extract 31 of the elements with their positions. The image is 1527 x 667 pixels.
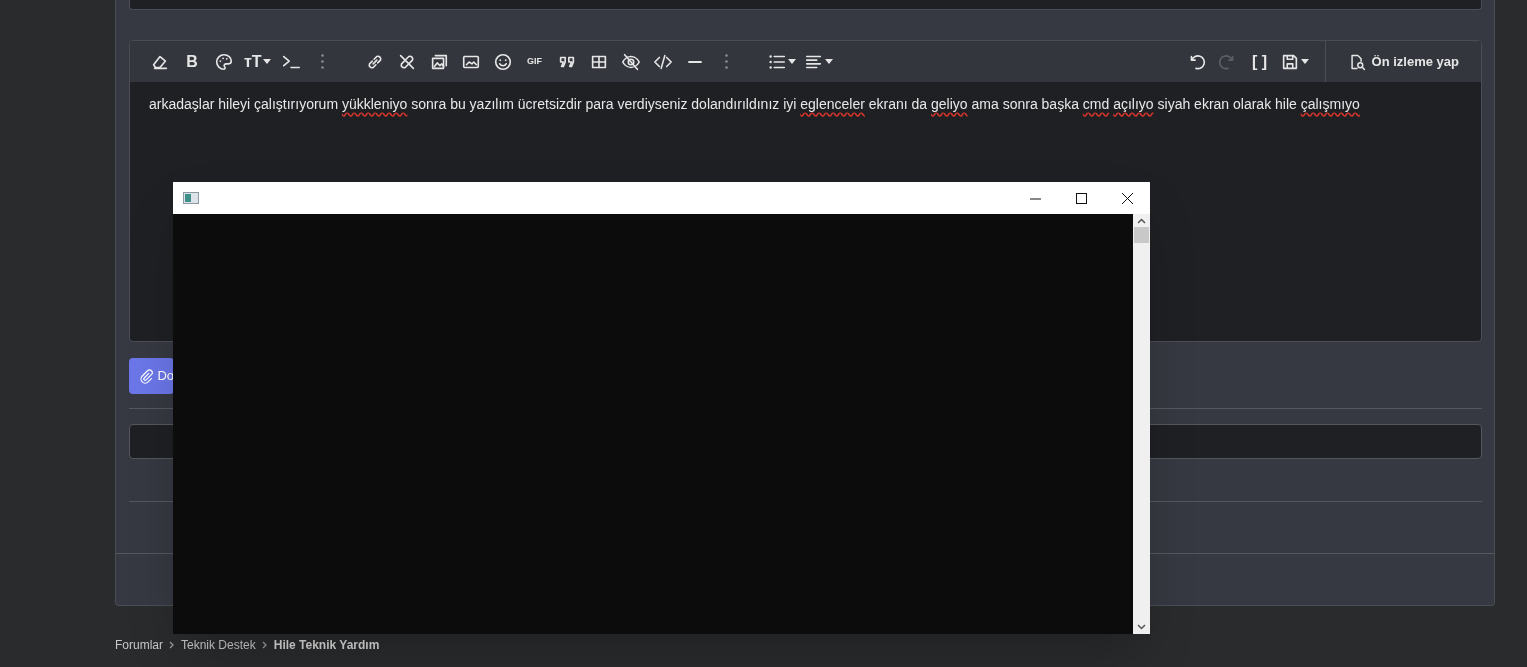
chevron-icon xyxy=(169,641,175,649)
smiley-icon xyxy=(492,51,513,72)
eye-slash-icon xyxy=(620,51,641,72)
close-icon xyxy=(1121,192,1133,204)
chevron-icon xyxy=(261,641,268,649)
input-field[interactable] xyxy=(129,0,1482,10)
scrollbar[interactable] xyxy=(1133,214,1150,634)
breadcrumb-link[interactable]: Hile Teknik Yardım xyxy=(273,636,380,654)
maximize-icon xyxy=(1075,192,1087,204)
paperclip-icon xyxy=(139,368,154,384)
breadcrumb-link[interactable]: Teknik Destek xyxy=(181,636,256,654)
attach-files-button[interactable]: Do xyxy=(129,358,174,394)
breadcrumb-link[interactable]: Forumlar xyxy=(115,636,163,654)
post-text: arkadaşlar hileyi çalıştırıyorum yükkleniyo sonra bu yazılım ücretsizdir para verdiyseniz dolandırıldınız iyi eglenceler ekranı da geliyo ama sonra başka cmd açılıyo siyah ekran olarak hile çalışmıyo xyxy=(149,95,1361,114)
toolbar-button[interactable]: [ ] xyxy=(1243,45,1276,78)
scroll-down-icon[interactable] xyxy=(1137,624,1146,630)
caret-icon xyxy=(824,59,833,64)
horizontal-line-icon xyxy=(687,60,702,63)
console-app-icon xyxy=(183,192,199,204)
text-size-button[interactable]: тT xyxy=(240,45,275,78)
more-icon xyxy=(725,54,729,69)
scrollbar-thumb[interactable] xyxy=(1134,227,1149,243)
more-icon xyxy=(321,54,325,69)
palette-icon xyxy=(214,51,234,72)
caret-icon xyxy=(787,59,796,64)
scroll-up-icon[interactable] xyxy=(1137,218,1146,224)
toolbar-button[interactable]: GIF xyxy=(518,45,551,78)
preview-button[interactable]: Ön izleme yap xyxy=(1325,41,1481,82)
caret-icon xyxy=(1300,59,1309,64)
toolbar-button[interactable]: B xyxy=(176,45,208,78)
caret-icon xyxy=(262,59,271,64)
